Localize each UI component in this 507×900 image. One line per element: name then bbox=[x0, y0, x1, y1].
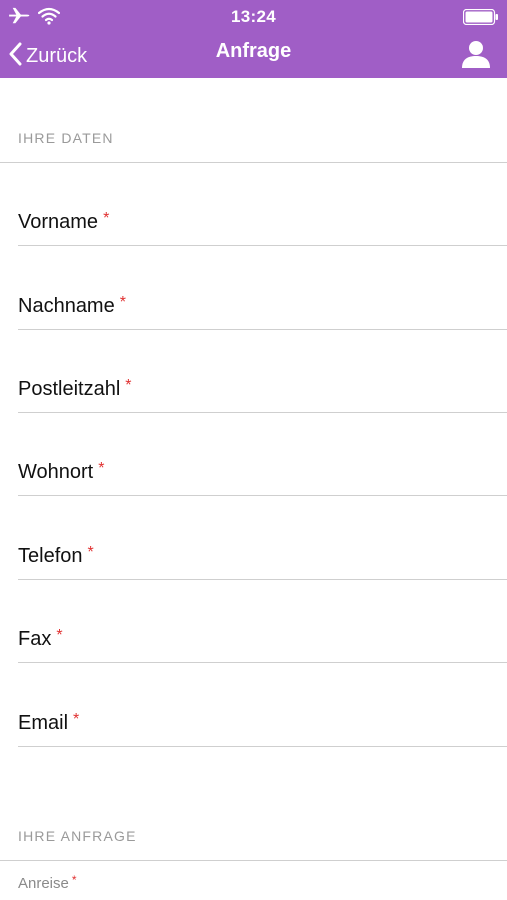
navigation-bar: Zurück Anfrage bbox=[0, 34, 507, 78]
field-label: Email * bbox=[18, 711, 80, 734]
field-email[interactable]: Email * bbox=[18, 664, 507, 747]
field-fax[interactable]: Fax * bbox=[18, 580, 507, 663]
person-icon[interactable] bbox=[459, 38, 493, 72]
required-marker: * bbox=[87, 544, 94, 561]
field-telefon[interactable]: Telefon * bbox=[18, 497, 507, 580]
field-label: Anreise * bbox=[18, 873, 77, 892]
field-label: Vorname * bbox=[18, 210, 110, 233]
chevron-left-icon bbox=[8, 42, 22, 71]
section-header-personal: IHRE DATEN bbox=[18, 130, 114, 146]
status-time: 13:24 bbox=[231, 7, 276, 26]
required-marker: * bbox=[119, 294, 126, 311]
required-marker: * bbox=[98, 460, 105, 477]
field-label: Wohnort * bbox=[18, 460, 105, 483]
field-label: Fax * bbox=[18, 627, 63, 650]
required-marker: * bbox=[71, 873, 77, 887]
field-vorname[interactable]: Vorname * bbox=[18, 163, 507, 246]
back-button[interactable]: Zurück bbox=[8, 38, 87, 74]
battery-icon bbox=[462, 8, 499, 26]
field-label: Postleitzahl * bbox=[18, 377, 132, 400]
status-bar: 13:24 bbox=[0, 0, 507, 34]
section-header-request: IHRE ANFRAGE bbox=[18, 828, 137, 844]
field-label: Telefon * bbox=[18, 544, 94, 567]
required-marker: * bbox=[56, 627, 63, 644]
field-label: Nachname * bbox=[18, 294, 126, 317]
field-wohnort[interactable]: Wohnort * bbox=[18, 413, 507, 496]
field-nachname[interactable]: Nachname * bbox=[18, 247, 507, 330]
required-marker: * bbox=[103, 210, 110, 227]
field-anreise[interactable]: Anreise * bbox=[18, 861, 507, 900]
field-postleitzahl[interactable]: Postleitzahl * bbox=[18, 330, 507, 413]
required-marker: * bbox=[73, 711, 80, 728]
back-button-label: Zurück bbox=[26, 44, 88, 67]
required-marker: * bbox=[125, 377, 132, 394]
